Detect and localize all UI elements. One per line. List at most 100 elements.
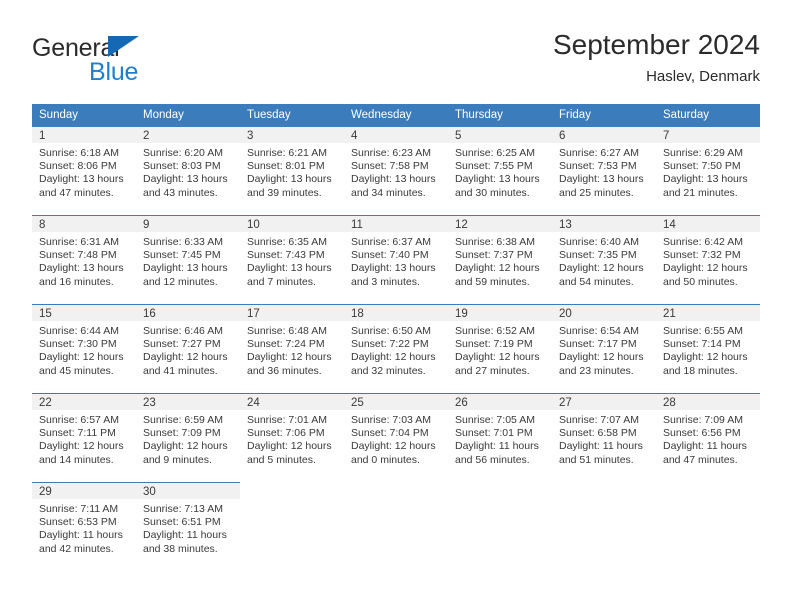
calendar-day-cell[interactable]: 21 Sunrise: 6:55 AM Sunset: 7:14 PM Dayligh… xyxy=(656,304,760,393)
day-number: 25 xyxy=(344,393,448,410)
calendar-day-cell[interactable]: 29 Sunrise: 7:11 AM Sunset: 6:53 PM Dayligh… xyxy=(32,482,136,571)
day-cell-content: 20 Sunrise: 6:54 AM Sunset: 7:17 PM Dayligh… xyxy=(552,304,656,393)
day-sunrise-text: Sunrise: 6:42 AM xyxy=(663,236,743,248)
calendar-day-cell[interactable]: 24 Sunrise: 7:01 AM Sunset: 7:06 PM Dayligh… xyxy=(240,393,344,482)
day-daylight-2-text: and 25 minutes. xyxy=(559,186,634,199)
day-number: 1 xyxy=(32,126,136,143)
day-sunrise-text: Sunrise: 7:13 AM xyxy=(143,503,223,515)
day-sunset-text: Sunset: 7:45 PM xyxy=(143,249,221,262)
day-daylight-1-text: Daylight: 13 hours xyxy=(143,173,228,186)
calendar-day-cell[interactable]: 1 Sunrise: 6:18 AM Sunset: 8:06 PM Daylight… xyxy=(32,126,136,215)
day-number: 26 xyxy=(448,393,552,410)
day-sunrise-text: Sunrise: 6:52 AM xyxy=(455,325,535,337)
day-daylight-1-text: Daylight: 12 hours xyxy=(39,351,124,364)
calendar-day-cell[interactable]: 2 Sunrise: 6:20 AM Sunset: 8:03 PM Daylight… xyxy=(136,126,240,215)
day-sunrise-text: Sunrise: 7:09 AM xyxy=(663,414,743,426)
day-sunset-text: Sunset: 7:01 PM xyxy=(455,427,533,440)
calendar-day-cell[interactable]: 14 Sunrise: 6:42 AM Sunset: 7:32 PM Dayligh… xyxy=(656,215,760,304)
calendar-day-cell[interactable]: 25 Sunrise: 7:03 AM Sunset: 7:04 PM Dayligh… xyxy=(344,393,448,482)
day-sunset-text: Sunset: 7:32 PM xyxy=(663,249,741,262)
day-sunrise-text: Sunrise: 6:21 AM xyxy=(247,147,327,159)
calendar-day-cell[interactable]: 4 Sunrise: 6:23 AM Sunset: 7:58 PM Daylight… xyxy=(344,126,448,215)
calendar-day-cell[interactable]: 9 Sunrise: 6:33 AM Sunset: 7:45 PM Daylight… xyxy=(136,215,240,304)
calendar-day-cell[interactable]: 27 Sunrise: 7:07 AM Sunset: 6:58 PM Dayligh… xyxy=(552,393,656,482)
calendar-day-cell[interactable]: 6 Sunrise: 6:27 AM Sunset: 7:53 PM Daylight… xyxy=(552,126,656,215)
calendar-day-cell[interactable]: 18 Sunrise: 6:50 AM Sunset: 7:22 PM Dayligh… xyxy=(344,304,448,393)
day-daylight-1-text: Daylight: 13 hours xyxy=(351,262,436,275)
day-cell-content: 14 Sunrise: 6:42 AM Sunset: 7:32 PM Dayligh… xyxy=(656,215,760,304)
day-daylight-2-text: and 14 minutes. xyxy=(39,453,114,466)
day-cell-content: 21 Sunrise: 6:55 AM Sunset: 7:14 PM Dayligh… xyxy=(656,304,760,393)
calendar-day-cell[interactable]: 26 Sunrise: 7:05 AM Sunset: 7:01 PM Dayligh… xyxy=(448,393,552,482)
day-details: Sunrise: 6:42 AM Sunset: 7:32 PM Daylight:… xyxy=(656,232,760,289)
day-details: Sunrise: 6:27 AM Sunset: 7:53 PM Daylight:… xyxy=(552,143,656,200)
calendar-day-cell[interactable]: 3 Sunrise: 6:21 AM Sunset: 8:01 PM Daylight… xyxy=(240,126,344,215)
weekday-header-monday: Monday xyxy=(136,104,240,126)
day-daylight-1-text: Daylight: 11 hours xyxy=(143,529,227,542)
calendar-day-cell[interactable]: 23 Sunrise: 6:59 AM Sunset: 7:09 PM Dayligh… xyxy=(136,393,240,482)
day-daylight-2-text: and 3 minutes. xyxy=(351,275,420,288)
calendar-day-cell[interactable]: 13 Sunrise: 6:40 AM Sunset: 7:35 PM Dayligh… xyxy=(552,215,656,304)
calendar-day-cell xyxy=(552,482,656,571)
brand-logo[interactable]: General Blue xyxy=(32,34,252,92)
day-cell-empty xyxy=(656,482,760,571)
calendar-day-cell[interactable]: 28 Sunrise: 7:09 AM Sunset: 6:56 PM Dayligh… xyxy=(656,393,760,482)
day-daylight-2-text: and 54 minutes. xyxy=(559,275,634,288)
day-sunrise-text: Sunrise: 7:11 AM xyxy=(39,503,119,515)
calendar-day-cell[interactable]: 12 Sunrise: 6:38 AM Sunset: 7:37 PM Dayligh… xyxy=(448,215,552,304)
day-daylight-1-text: Daylight: 13 hours xyxy=(143,262,228,275)
day-daylight-2-text: and 30 minutes. xyxy=(455,186,530,199)
calendar-day-cell[interactable]: 16 Sunrise: 6:46 AM Sunset: 7:27 PM Dayligh… xyxy=(136,304,240,393)
day-sunset-text: Sunset: 7:09 PM xyxy=(143,427,221,440)
day-daylight-1-text: Daylight: 12 hours xyxy=(351,440,436,453)
calendar-day-cell[interactable]: 19 Sunrise: 6:52 AM Sunset: 7:19 PM Dayligh… xyxy=(448,304,552,393)
day-daylight-1-text: Daylight: 13 hours xyxy=(455,173,540,186)
day-sunset-text: Sunset: 7:27 PM xyxy=(143,338,221,351)
calendar-day-cell[interactable]: 20 Sunrise: 6:54 AM Sunset: 7:17 PM Dayligh… xyxy=(552,304,656,393)
day-sunset-text: Sunset: 7:53 PM xyxy=(559,160,637,173)
day-sunrise-text: Sunrise: 6:33 AM xyxy=(143,236,223,248)
day-sunrise-text: Sunrise: 6:25 AM xyxy=(455,147,535,159)
day-details: Sunrise: 6:55 AM Sunset: 7:14 PM Daylight:… xyxy=(656,321,760,378)
day-sunset-text: Sunset: 7:14 PM xyxy=(663,338,741,351)
day-number: 8 xyxy=(32,215,136,232)
calendar-day-cell[interactable]: 30 Sunrise: 7:13 AM Sunset: 6:51 PM Dayligh… xyxy=(136,482,240,571)
calendar-day-cell[interactable]: 15 Sunrise: 6:44 AM Sunset: 7:30 PM Dayligh… xyxy=(32,304,136,393)
day-daylight-1-text: Daylight: 12 hours xyxy=(39,440,124,453)
calendar-day-cell[interactable]: 7 Sunrise: 6:29 AM Sunset: 7:50 PM Daylight… xyxy=(656,126,760,215)
day-number: 28 xyxy=(656,393,760,410)
day-details: Sunrise: 6:25 AM Sunset: 7:55 PM Daylight:… xyxy=(448,143,552,200)
day-sunrise-text: Sunrise: 7:05 AM xyxy=(455,414,535,426)
day-daylight-1-text: Daylight: 12 hours xyxy=(351,351,436,364)
day-cell-content: 3 Sunrise: 6:21 AM Sunset: 8:01 PM Daylight… xyxy=(240,126,344,215)
day-sunset-text: Sunset: 7:48 PM xyxy=(39,249,117,262)
weekday-header-thursday: Thursday xyxy=(448,104,552,126)
day-daylight-1-text: Daylight: 12 hours xyxy=(663,262,748,275)
day-details: Sunrise: 7:13 AM Sunset: 6:51 PM Daylight:… xyxy=(136,499,240,556)
day-details: Sunrise: 6:31 AM Sunset: 7:48 PM Daylight:… xyxy=(32,232,136,289)
day-cell-content: 28 Sunrise: 7:09 AM Sunset: 6:56 PM Dayligh… xyxy=(656,393,760,482)
day-daylight-2-text: and 38 minutes. xyxy=(143,542,218,555)
day-details: Sunrise: 6:40 AM Sunset: 7:35 PM Daylight:… xyxy=(552,232,656,289)
title-block: September 2024 Haslev, Denmark xyxy=(553,28,760,88)
day-sunset-text: Sunset: 8:06 PM xyxy=(39,160,117,173)
day-sunrise-text: Sunrise: 6:40 AM xyxy=(559,236,639,248)
calendar-day-cell[interactable]: 10 Sunrise: 6:35 AM Sunset: 7:43 PM Dayligh… xyxy=(240,215,344,304)
calendar-day-cell[interactable]: 22 Sunrise: 6:57 AM Sunset: 7:11 PM Dayligh… xyxy=(32,393,136,482)
day-sunset-text: Sunset: 7:06 PM xyxy=(247,427,325,440)
day-cell-content: 8 Sunrise: 6:31 AM Sunset: 7:48 PM Daylight… xyxy=(32,215,136,304)
triangle-logo-icon xyxy=(108,36,139,57)
weekday-header-friday: Friday xyxy=(552,104,656,126)
day-sunset-text: Sunset: 7:50 PM xyxy=(663,160,741,173)
day-daylight-2-text: and 45 minutes. xyxy=(39,364,114,377)
day-details: Sunrise: 7:09 AM Sunset: 6:56 PM Daylight:… xyxy=(656,410,760,467)
calendar-day-cell[interactable]: 11 Sunrise: 6:37 AM Sunset: 7:40 PM Dayligh… xyxy=(344,215,448,304)
day-sunrise-text: Sunrise: 6:37 AM xyxy=(351,236,431,248)
day-details: Sunrise: 6:44 AM Sunset: 7:30 PM Daylight:… xyxy=(32,321,136,378)
calendar-day-cell[interactable]: 8 Sunrise: 6:31 AM Sunset: 7:48 PM Daylight… xyxy=(32,215,136,304)
calendar-day-cell[interactable]: 17 Sunrise: 6:48 AM Sunset: 7:24 PM Dayligh… xyxy=(240,304,344,393)
calendar-day-cell[interactable]: 5 Sunrise: 6:25 AM Sunset: 7:55 PM Daylight… xyxy=(448,126,552,215)
weekday-header-sunday: Sunday xyxy=(32,104,136,126)
calendar-header-row: Sunday Monday Tuesday Wednesday Thursday… xyxy=(32,104,760,126)
day-number: 7 xyxy=(656,126,760,143)
